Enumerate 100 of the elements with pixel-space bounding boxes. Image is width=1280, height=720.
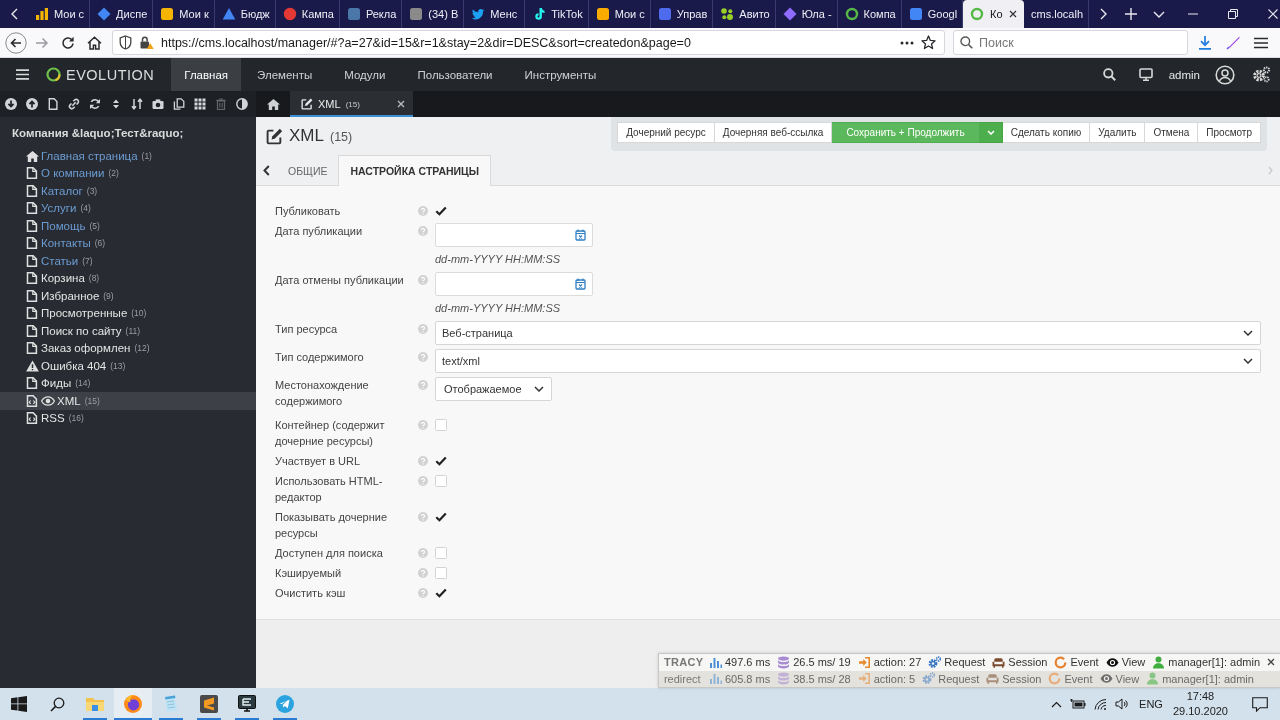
debug-panel-link[interactable]: Request: [928, 655, 986, 669]
debug-panel-link[interactable]: 38.5 ms/ 28: [777, 672, 851, 686]
nav-tab[interactable]: Элементы: [241, 58, 329, 91]
debug-panel-link[interactable]: manager[1]: admin: [1146, 672, 1254, 686]
user-icon[interactable]: [1214, 64, 1235, 85]
nav-tab[interactable]: Модули: [328, 58, 402, 91]
select-field[interactable]: Отображаемое: [435, 377, 552, 401]
start-icon[interactable]: [11, 696, 27, 712]
select-field[interactable]: Веб-страница: [435, 321, 1261, 345]
debug-panel-link[interactable]: 26.5 ms/ 19: [777, 655, 851, 669]
search-field[interactable]: Поиск: [953, 30, 1188, 55]
reload-icon[interactable]: [61, 35, 75, 50]
tree-item[interactable]: Помощь (5): [0, 217, 256, 235]
debug-panel-link[interactable]: action: 5: [857, 672, 916, 686]
action-button[interactable]: Дочерний ресурс: [617, 122, 715, 143]
close-icon[interactable]: [1008, 10, 1017, 18]
debug-panel-link[interactable]: Session: [986, 672, 1042, 686]
calendar-icon[interactable]: [575, 229, 586, 241]
action-button[interactable]: Удалить: [1090, 122, 1146, 143]
tree-item[interactable]: Главная страница (1): [0, 147, 256, 165]
nav-tab[interactable]: Пользователи: [401, 58, 509, 91]
menu-icon[interactable]: [1254, 36, 1268, 49]
tree-item[interactable]: XML (15): [0, 392, 256, 410]
notification-icon[interactable]: [1252, 696, 1268, 712]
tree-item[interactable]: Просмотренные (10): [0, 304, 256, 322]
debug-panel-link[interactable]: action: 27: [857, 655, 922, 669]
arrow-up-circle-icon[interactable]: [25, 98, 38, 110]
tree-item[interactable]: Заказ оформлен (12): [0, 339, 256, 357]
tree-item[interactable]: Каталог (3): [0, 182, 256, 200]
user-name[interactable]: admin: [1168, 58, 1200, 91]
chevron-down-icon[interactable]: [1153, 10, 1166, 18]
tree-item[interactable]: Поиск по сайту (11): [0, 322, 256, 340]
shield-icon[interactable]: [119, 35, 132, 50]
forward-icon[interactable]: [35, 36, 49, 49]
home-icon[interactable]: [86, 35, 102, 50]
document-tab[interactable]: XML (15): [290, 91, 413, 117]
action-button[interactable]: Отмена: [1145, 122, 1199, 143]
select-field[interactable]: text/xml: [435, 349, 1261, 373]
search-icon[interactable]: [49, 696, 65, 712]
back-icon[interactable]: [5, 31, 27, 54]
minimize-icon[interactable]: [1188, 13, 1199, 15]
nav-tab[interactable]: Главная: [171, 58, 242, 91]
contrast-icon[interactable]: [235, 98, 248, 110]
tree-item[interactable]: Контакты (6): [0, 234, 256, 252]
search-icon[interactable]: [1102, 68, 1116, 81]
more-icon[interactable]: [900, 40, 914, 45]
clock-date[interactable]: 29.10.2020: [1172, 704, 1228, 719]
debug-panel-link[interactable]: manager[1]: admin: [1152, 655, 1260, 669]
debug-panel-link[interactable]: View: [1099, 672, 1140, 686]
close-icon[interactable]: [397, 100, 405, 108]
debug-panel-link[interactable]: Event: [1054, 655, 1099, 669]
page-tab[interactable]: НАСТРОЙКА СТРАНИЦЫ: [338, 155, 492, 186]
tree-item[interactable]: Ошибка 404 (13): [0, 357, 256, 375]
refresh-icon[interactable]: [88, 98, 101, 110]
star-icon[interactable]: [921, 35, 936, 50]
tree-item[interactable]: Избранное (9): [0, 287, 256, 305]
lock-icon[interactable]: [139, 35, 154, 50]
checkbox[interactable]: [435, 205, 447, 217]
grid-icon[interactable]: [193, 98, 206, 110]
tree-item[interactable]: Фиды (14): [0, 374, 256, 392]
language-indicator[interactable]: ENG: [1139, 688, 1163, 720]
checkbox[interactable]: [435, 511, 447, 523]
page-tab[interactable]: ОБЩИЕ: [277, 155, 339, 186]
camera-icon[interactable]: [151, 98, 164, 110]
file-icon[interactable]: [46, 98, 59, 110]
date-field[interactable]: [435, 272, 593, 296]
home-icon[interactable]: [266, 98, 280, 110]
battery-icon[interactable]: [1070, 699, 1087, 709]
close-icon[interactable]: [1267, 658, 1275, 667]
debug-panel-link[interactable]: 497.6 ms: [708, 655, 771, 669]
tree-item[interactable]: RSS (16): [0, 409, 256, 427]
debug-panel-link[interactable]: Event: [1048, 672, 1093, 686]
link-icon[interactable]: [67, 98, 80, 110]
address-field[interactable]: https://cms.localhost/manager/#?a=27&id=15&r=1&stay=2&dir=DESC&sort=createdon&page=0: [112, 30, 945, 55]
copy-icon[interactable]: [172, 98, 185, 110]
tree-item[interactable]: О компании (2): [0, 164, 256, 182]
debug-panel-link[interactable]: Session: [992, 655, 1048, 669]
calendar-icon[interactable]: [575, 278, 586, 290]
speaker-icon[interactable]: [1115, 698, 1130, 710]
debug-panel-link[interactable]: Request: [922, 672, 980, 686]
debug-panel-link[interactable]: View: [1105, 655, 1146, 669]
checkbox[interactable]: [435, 587, 447, 599]
tree-item[interactable]: Статьи (7): [0, 252, 256, 270]
chevron-up-icon[interactable]: [1050, 700, 1062, 708]
action-button[interactable]: Дочерняя веб-ссылка: [714, 122, 833, 143]
download-icon[interactable]: [1198, 35, 1212, 50]
chevron-left-icon[interactable]: [263, 164, 270, 176]
plus-icon[interactable]: [1125, 8, 1138, 20]
action-button[interactable]: Сделать копию: [1002, 122, 1091, 143]
arrow-down-circle-icon[interactable]: [4, 98, 17, 110]
monitor-icon[interactable]: [1139, 68, 1154, 81]
nav-tab[interactable]: Инструменты: [508, 58, 613, 91]
clock-time[interactable]: 17:48: [1186, 689, 1215, 704]
chevron-right-icon[interactable]: [1099, 8, 1107, 20]
date-field[interactable]: [435, 223, 593, 247]
tree-item[interactable]: Корзина (8): [0, 269, 256, 287]
wifi-icon[interactable]: [1093, 698, 1107, 710]
settings-icon[interactable]: [1252, 66, 1271, 83]
sort-order-icon[interactable]: [130, 98, 143, 110]
pen-icon[interactable]: [1225, 35, 1241, 50]
